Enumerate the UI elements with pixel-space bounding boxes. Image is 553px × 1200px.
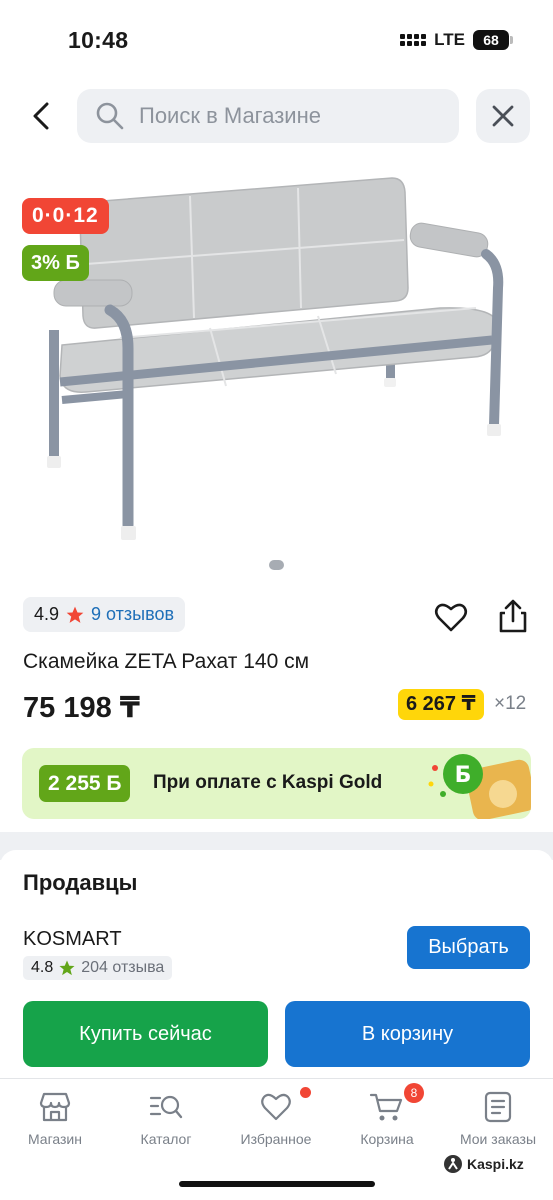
close-icon bbox=[492, 105, 514, 127]
signal-icon bbox=[400, 34, 427, 46]
tab-label: Корзина bbox=[360, 1131, 414, 1147]
kaspi-logo-icon bbox=[444, 1155, 462, 1173]
top-bar: Поиск в Магазине bbox=[0, 88, 553, 144]
tab-my-orders[interactable]: Мои заказы bbox=[443, 1091, 553, 1147]
kaspi-gold-bonus-banner[interactable]: 2 255 Б При оплате с Kaspi Gold Б bbox=[22, 748, 531, 819]
shop-icon bbox=[39, 1092, 71, 1122]
tab-label: Каталог bbox=[140, 1131, 192, 1147]
svg-text:Б: Б bbox=[455, 763, 472, 788]
search-input[interactable]: Поиск в Магазине bbox=[77, 89, 459, 143]
product-price: 75 198 ₸ bbox=[23, 692, 140, 724]
heart-icon bbox=[434, 603, 468, 632]
cart-icon bbox=[369, 1093, 403, 1121]
battery-icon: 68 bbox=[473, 30, 513, 50]
search-placeholder: Поиск в Магазине bbox=[139, 103, 321, 128]
tab-cart[interactable]: 8 Корзина bbox=[332, 1083, 442, 1147]
buy-now-button[interactable]: Купить сейчас bbox=[23, 1001, 268, 1067]
add-to-cart-button[interactable]: В корзину bbox=[285, 1001, 530, 1067]
status-indicators: LTE 68 bbox=[400, 30, 513, 50]
gold-bonus-badge: 2 255 Б bbox=[39, 765, 131, 802]
status-time: 10:48 bbox=[68, 27, 129, 53]
rating-value: 4.9 bbox=[34, 604, 60, 624]
watermark-text: Kaspi.kz bbox=[467, 1156, 524, 1172]
tab-label: Магазин bbox=[27, 1131, 82, 1147]
seller-name[interactable]: KOSMART bbox=[23, 928, 122, 951]
kaspi-gold-card-illustration: Б bbox=[428, 754, 531, 819]
cart-count-badge: 8 bbox=[404, 1083, 424, 1103]
carousel-indicator bbox=[269, 560, 284, 570]
installment-months: ×12 bbox=[494, 693, 527, 714]
product-title: Скамейка ZETA Рахат 140 см bbox=[23, 650, 310, 673]
share-icon bbox=[499, 599, 527, 633]
chevron-left-icon bbox=[33, 102, 49, 130]
tab-favorites[interactable]: Избранное bbox=[221, 1087, 331, 1147]
bonus-percent-badge: 3% Б bbox=[22, 245, 89, 281]
star-icon bbox=[59, 960, 75, 976]
sellers-section: Продавцы KOSMART 4.8 204 отзыва Выбрать … bbox=[0, 850, 553, 1080]
favorites-notification-dot bbox=[300, 1087, 311, 1098]
favorite-button[interactable] bbox=[433, 600, 469, 636]
share-button[interactable] bbox=[495, 598, 531, 636]
orders-icon bbox=[484, 1091, 512, 1123]
kaspi-watermark: Kaspi.kz bbox=[443, 1154, 524, 1174]
choose-seller-button[interactable]: Выбрать bbox=[407, 926, 530, 969]
tab-shop[interactable]: Магазин bbox=[0, 1091, 110, 1147]
installment-price-badge[interactable]: 6 267 ₸ bbox=[398, 689, 484, 720]
sellers-title: Продавцы bbox=[23, 870, 138, 895]
installment-promo-badge: 0·0·12 bbox=[22, 198, 109, 234]
status-bar: 10:48 LTE 68 bbox=[0, 0, 553, 80]
seller-reviews: 204 отзыва bbox=[81, 959, 165, 976]
search-icon bbox=[96, 102, 124, 130]
back-button[interactable] bbox=[22, 94, 62, 138]
seller-rating-pill: 4.8 204 отзыва bbox=[23, 956, 173, 980]
seller-rating-value: 4.8 bbox=[31, 959, 54, 976]
close-search-button[interactable] bbox=[476, 89, 530, 143]
heart-icon bbox=[261, 1093, 291, 1121]
rating-reviews-pill[interactable]: 4.9 9 отзывов bbox=[23, 597, 186, 632]
tab-label: Избранное bbox=[240, 1131, 312, 1147]
tab-label: Мои заказы bbox=[459, 1131, 537, 1147]
network-type: LTE bbox=[434, 30, 465, 49]
star-icon bbox=[66, 606, 84, 623]
reviews-link[interactable]: 9 отзывов bbox=[91, 604, 174, 625]
home-indicator[interactable] bbox=[179, 1181, 375, 1187]
gold-banner-text: При оплате с Kaspi Gold bbox=[153, 772, 383, 793]
catalog-search-icon bbox=[149, 1095, 183, 1119]
tab-catalog[interactable]: Каталог bbox=[111, 1091, 221, 1147]
